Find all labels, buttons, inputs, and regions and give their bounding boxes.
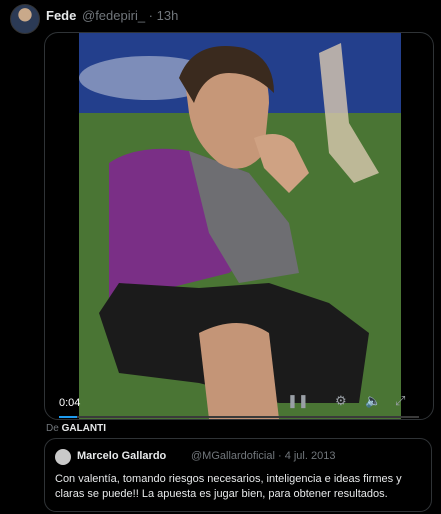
volume-icon[interactable]: 🔈 xyxy=(365,393,381,409)
video-progress-bar[interactable] xyxy=(59,416,419,418)
pause-icon[interactable]: ❚❚ xyxy=(287,393,309,409)
author-handle-time[interactable]: @fedepiri_ · 13h xyxy=(82,8,178,23)
video-attribution: De GALANTI xyxy=(46,423,106,434)
quoted-text: Con valentía, tomando riesgos necesarios… xyxy=(55,473,402,500)
quoted-author-name[interactable]: Marcelo Gallardo xyxy=(77,450,166,462)
avatar[interactable] xyxy=(10,4,40,34)
video-progress-fill xyxy=(59,416,77,418)
attribution-source[interactable]: GALANTI xyxy=(62,423,106,434)
quoted-tweet[interactable]: Marcelo Gallardo @MGallardoficial · 4 ju… xyxy=(44,438,432,512)
settings-icon[interactable]: ⚙ xyxy=(335,393,347,409)
tweet-header: Fede @fedepiri_ · 13h xyxy=(0,0,441,34)
quoted-handle-date[interactable]: @MGallardoficial · 4 jul. 2013 xyxy=(191,450,335,462)
fullscreen-icon[interactable]: ⤢ xyxy=(395,393,405,409)
attribution-prefix: De xyxy=(46,423,62,434)
video-player[interactable]: 0:04 ❚❚ ⚙ 🔈 ⤢ xyxy=(44,32,434,420)
author-name[interactable]: Fede xyxy=(46,8,76,23)
video-timestamp: 0:04 xyxy=(59,397,81,409)
player-image xyxy=(79,33,401,419)
video-frame[interactable] xyxy=(79,33,401,419)
quoted-avatar[interactable] xyxy=(55,449,71,465)
